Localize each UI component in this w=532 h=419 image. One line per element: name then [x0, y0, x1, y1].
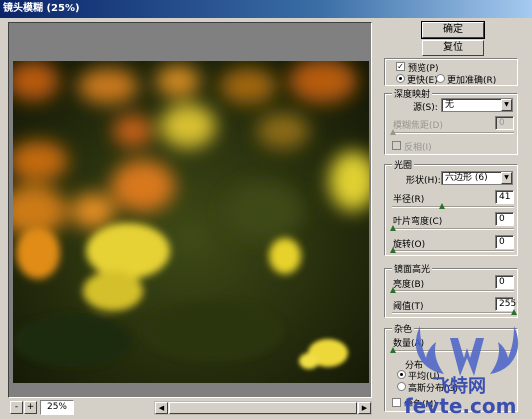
threshold-slider[interactable]	[392, 309, 517, 315]
preview-pane[interactable]	[8, 22, 372, 398]
brightness-label: 亮度(B)	[393, 280, 425, 290]
blur-focal-label: 模糊焦距(D)	[393, 121, 443, 131]
invert-checkbox[interactable]	[392, 141, 401, 150]
triangle-up-icon[interactable]	[511, 309, 517, 315]
triangle-up-icon[interactable]	[439, 203, 445, 209]
triangle-up-icon[interactable]	[390, 287, 396, 293]
blur-focal-field[interactable]: 0	[495, 116, 514, 130]
blade-curvature-label: 叶片弯度(C)	[393, 217, 443, 227]
shape-label: 形状(H):	[406, 176, 441, 186]
source-select[interactable]: 无 ▼	[441, 98, 513, 112]
window-title: 镜头模糊 (25%)	[0, 0, 532, 18]
triangle-up-icon[interactable]	[390, 129, 396, 135]
monochromatic-checkbox[interactable]	[392, 398, 401, 407]
horizontal-scrollbar[interactable]: ◀ ▶	[154, 401, 372, 415]
preview-checkbox[interactable]: ✓	[396, 62, 405, 71]
zoom-bar: - + 25% ◀ ▶	[8, 400, 372, 416]
rotation-label: 旋转(O)	[393, 240, 426, 250]
arrow-left-icon[interactable]: ◀	[155, 402, 168, 414]
watermark-logo: 飞特网 fevte.com	[402, 318, 532, 418]
faster-label: 更快(E)	[407, 76, 438, 86]
more-accurate-radio[interactable]	[436, 74, 445, 83]
brightness-slider[interactable]	[390, 287, 514, 293]
rotation-field[interactable]: 0	[495, 235, 514, 249]
triangle-up-icon[interactable]	[390, 247, 396, 253]
threshold-label: 阈值(T)	[393, 302, 424, 312]
triangle-up-icon[interactable]	[390, 225, 396, 231]
faster-radio[interactable]	[396, 74, 405, 83]
plus-icon[interactable]: +	[24, 401, 37, 414]
radius-label: 半径(R)	[393, 195, 425, 205]
watermark-domain: fevte.com	[404, 394, 517, 418]
reset-button[interactable]: 复位	[422, 40, 484, 56]
source-label: 源(S):	[413, 103, 438, 113]
rotation-slider[interactable]	[390, 247, 514, 253]
preview-image[interactable]	[13, 61, 369, 383]
zoom-level: 25%	[40, 400, 74, 415]
radius-field[interactable]: 41	[495, 190, 514, 204]
specular-title: 镜面高光	[392, 262, 433, 275]
scroll-thumb[interactable]	[169, 402, 357, 414]
arrow-right-icon[interactable]: ▶	[358, 402, 371, 414]
more-accurate-label: 更加准确(R)	[447, 76, 497, 86]
invert-label: 反相(I)	[404, 143, 432, 153]
source-value: 无	[445, 100, 455, 110]
brightness-field[interactable]: 0	[495, 275, 514, 289]
blade-curvature-field[interactable]: 0	[495, 212, 514, 226]
ok-button[interactable]: 确定	[422, 22, 484, 38]
depth-map-title: 深度映射	[392, 87, 433, 100]
triangle-up-icon[interactable]	[390, 347, 396, 353]
blade-curvature-slider[interactable]	[390, 225, 514, 231]
chevron-down-icon[interactable]: ▼	[501, 172, 512, 184]
blur-focal-slider[interactable]	[390, 129, 514, 135]
shape-value: 六边形 (6)	[445, 173, 488, 183]
shape-select[interactable]: 六边形 (6) ▼	[441, 171, 513, 185]
chevron-down-icon[interactable]: ▼	[501, 99, 512, 111]
radius-slider[interactable]	[392, 203, 514, 209]
minus-icon[interactable]: -	[10, 401, 23, 414]
iris-title: 光圈	[392, 158, 415, 171]
